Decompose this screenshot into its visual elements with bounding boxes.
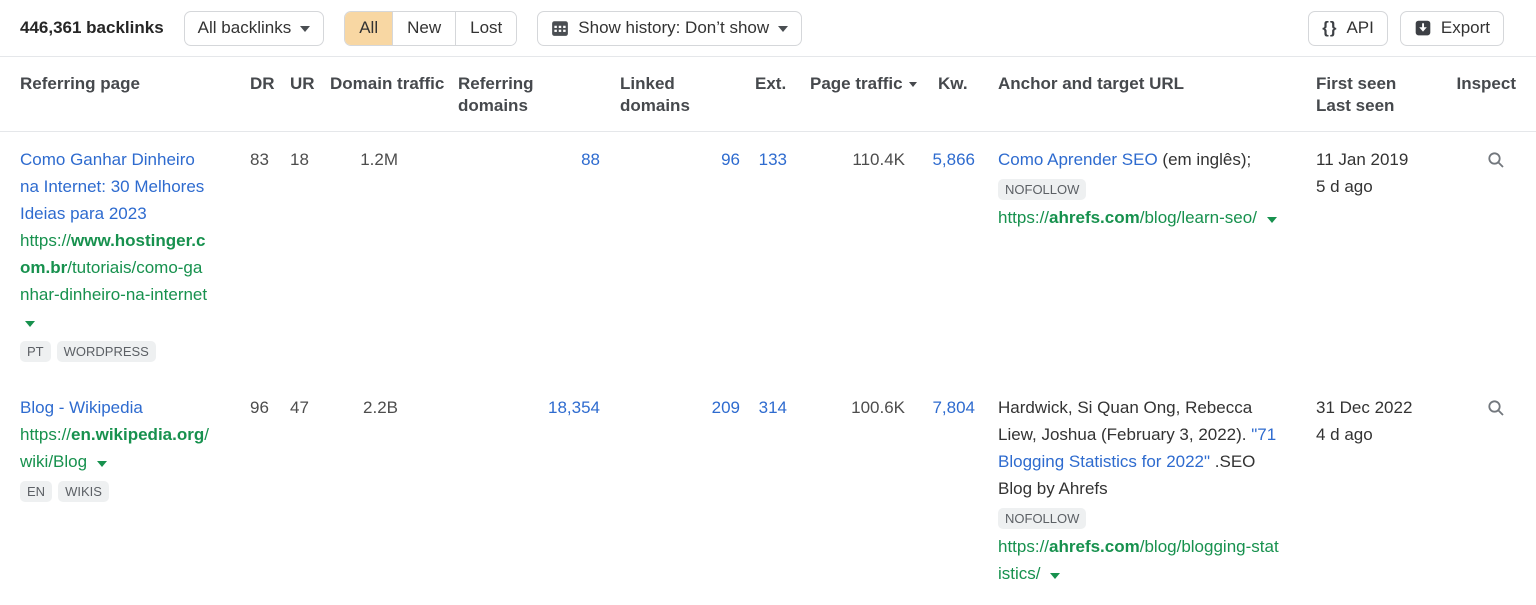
nofollow-badge: NOFOLLOW: [998, 179, 1086, 200]
kw-link[interactable]: 5,866: [932, 150, 975, 169]
last-seen-value: 4 d ago: [1316, 421, 1446, 448]
referring-page-url: https://www.hostinger.com.br/tutoriais/c…: [20, 227, 210, 335]
anchor-prefix: Hardwick, Si Quan Ong, Rebecca Liew, Jos…: [998, 398, 1252, 444]
anchor-cell: Como Aprender SEO (em inglês); NOFOLLOW …: [990, 146, 1316, 231]
inspect-cell: [1446, 146, 1516, 178]
col-linked-domains: Linked domains: [605, 73, 740, 117]
history-dropdown-label: Show history: Don’t show: [578, 18, 769, 38]
first-seen-value: 31 Dec 2022: [1316, 394, 1446, 421]
caret-down-icon: [300, 26, 310, 32]
export-button[interactable]: Export: [1400, 11, 1504, 46]
referring-page-link[interactable]: Blog - Wikipedia: [20, 398, 143, 417]
platform-badge: WORDPRESS: [57, 341, 156, 362]
col-ur: UR: [290, 73, 330, 117]
caret-down-icon: [778, 26, 788, 32]
api-button-label: API: [1346, 18, 1373, 38]
ext-link[interactable]: 133: [759, 150, 787, 169]
url-dropdown-caret-icon[interactable]: [1267, 217, 1277, 223]
col-first-last-seen: First seen Last seen: [1316, 73, 1446, 117]
braces-icon: {}: [1322, 18, 1337, 38]
col-first-seen: First seen: [1316, 73, 1446, 95]
table-row: Blog - Wikipedia https://en.wikipedia.or…: [0, 380, 1536, 605]
ur-value: 47: [290, 394, 330, 421]
col-page-traffic[interactable]: Page traffic: [795, 73, 930, 117]
domain-traffic-value: 2.2B: [330, 394, 450, 421]
referring-domains-link[interactable]: 88: [581, 150, 600, 169]
export-button-label: Export: [1441, 18, 1490, 38]
last-seen-value: 5 d ago: [1316, 173, 1446, 200]
toolbar: 446,361 backlinks All backlinks All New …: [0, 0, 1536, 57]
ext-link[interactable]: 314: [759, 398, 787, 417]
dr-value: 83: [250, 146, 290, 173]
col-kw: Kw.: [930, 73, 990, 117]
scope-dropdown-label: All backlinks: [198, 18, 292, 38]
page-traffic-value: 100.6K: [795, 394, 930, 421]
col-last-seen: Last seen: [1316, 95, 1446, 117]
table-header: Referring page DR UR Domain traffic Refe…: [0, 57, 1536, 132]
history-dropdown-button[interactable]: Show history: Don’t show: [537, 11, 802, 46]
linked-domains-link[interactable]: 209: [712, 398, 740, 417]
seen-cell: 31 Dec 2022 4 d ago: [1316, 394, 1446, 448]
col-referring-page: Referring page: [20, 73, 250, 117]
col-ext: Ext.: [740, 73, 795, 117]
url-dropdown-caret-icon[interactable]: [1050, 573, 1060, 579]
segmented-control: All New Lost: [344, 11, 517, 46]
magnifier-icon[interactable]: [1486, 150, 1506, 170]
inspect-cell: [1446, 394, 1516, 426]
kw-link[interactable]: 7,804: [932, 398, 975, 417]
language-badge: PT: [20, 341, 51, 362]
backlinks-count: 446,361 backlinks: [20, 18, 164, 38]
magnifier-icon[interactable]: [1486, 398, 1506, 418]
anchor-link[interactable]: Como Aprender SEO: [998, 150, 1158, 169]
calendar-icon: [551, 19, 569, 37]
page-badges: EN WIKIS: [20, 481, 210, 502]
ext-value: 314: [740, 394, 795, 421]
anchor-cell: Hardwick, Si Quan Ong, Rebecca Liew, Jos…: [990, 394, 1316, 587]
anchor-suffix: (em inglês);: [1158, 150, 1252, 169]
linked-domains-value: 209: [605, 394, 740, 421]
col-inspect: Inspect: [1446, 73, 1516, 117]
referring-page-cell: Como Ganhar Dinheiro na Internet: 30 Mel…: [20, 146, 250, 362]
col-domain-traffic: Domain traffic: [330, 73, 450, 117]
language-badge: EN: [20, 481, 52, 502]
col-referring-domains: Referring domains: [450, 73, 605, 117]
segment-new[interactable]: New: [393, 12, 456, 45]
ur-value: 18: [290, 146, 330, 173]
kw-value: 7,804: [930, 394, 990, 421]
linked-domains-value: 96: [605, 146, 740, 173]
sort-caret-icon: [909, 82, 917, 87]
api-button[interactable]: {} API: [1308, 11, 1388, 46]
page-traffic-value: 110.4K: [795, 146, 930, 173]
referring-page-url: https://en.wikipedia.org/wiki/Blog: [20, 421, 210, 475]
referring-domains-value: 18,354: [450, 394, 605, 421]
segment-all[interactable]: All: [345, 12, 393, 45]
domain-traffic-value: 1.2M: [330, 146, 450, 173]
segment-lost[interactable]: Lost: [456, 12, 516, 45]
linked-domains-link[interactable]: 96: [721, 150, 740, 169]
url-dropdown-caret-icon[interactable]: [97, 461, 107, 467]
ext-value: 133: [740, 146, 795, 173]
url-dropdown-caret-icon[interactable]: [25, 321, 35, 327]
referring-page-link[interactable]: Como Ganhar Dinheiro na Internet: 30 Mel…: [20, 150, 204, 223]
target-url: https://ahrefs.com/blog/blogging-statist…: [998, 533, 1282, 587]
dr-value: 96: [250, 394, 290, 421]
nofollow-badge: NOFOLLOW: [998, 508, 1086, 529]
page-badges: PT WORDPRESS: [20, 341, 210, 362]
seen-cell: 11 Jan 2019 5 d ago: [1316, 146, 1446, 200]
table-row: Como Ganhar Dinheiro na Internet: 30 Mel…: [0, 132, 1536, 380]
platform-badge: WIKIS: [58, 481, 109, 502]
col-dr: DR: [250, 73, 290, 117]
target-url: https://ahrefs.com/blog/learn-seo/: [998, 204, 1282, 231]
referring-page-cell: Blog - Wikipedia https://en.wikipedia.or…: [20, 394, 250, 502]
referring-domains-value: 88: [450, 146, 605, 173]
scope-dropdown-button[interactable]: All backlinks: [184, 11, 325, 46]
download-icon: [1414, 19, 1432, 37]
kw-value: 5,866: [930, 146, 990, 173]
first-seen-value: 11 Jan 2019: [1316, 146, 1446, 173]
col-anchor-target-url: Anchor and target URL: [990, 73, 1316, 117]
referring-domains-link[interactable]: 18,354: [548, 398, 600, 417]
